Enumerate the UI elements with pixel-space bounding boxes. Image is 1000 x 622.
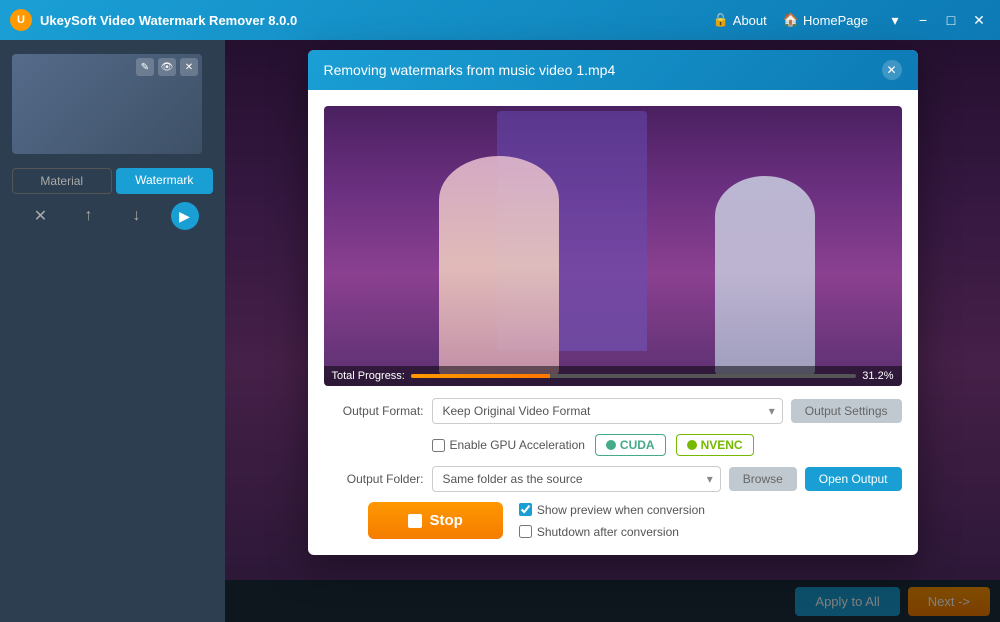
play-btn[interactable]: ▶ <box>171 202 199 230</box>
maximize-btn[interactable]: □ <box>940 9 962 31</box>
browse-btn[interactable]: Browse <box>729 467 797 491</box>
homepage-label: HomePage <box>803 13 868 28</box>
modal-video-preview: Total Progress: 31.2% <box>324 106 902 386</box>
main-layout: ✎ 👁 ✕ Material Watermark ✕ ↑ ↓ ▶ <box>0 40 1000 622</box>
gpu-acceleration-row: Enable GPU Acceleration CUDA NVENC <box>324 434 902 456</box>
output-folder-select-wrap: Same folder as the source ▾ <box>432 466 721 492</box>
output-folder-select[interactable]: Same folder as the source <box>432 466 721 492</box>
minimize-btn[interactable]: − <box>912 9 934 31</box>
content-area: 03:40.659 📷 🔊 Removing watermarks from m… <box>225 40 1000 622</box>
thumb-overlay: ✎ 👁 ✕ <box>136 58 198 76</box>
tab-material[interactable]: Material <box>12 168 112 194</box>
modal-progress-track <box>411 374 856 378</box>
output-format-row: Output Format: Keep Original Video Forma… <box>324 398 902 424</box>
conversion-modal: Removing watermarks from music video 1.m… <box>308 50 918 555</box>
modal-progress-bar: Total Progress: 31.2% <box>324 366 902 386</box>
modal-figure-right <box>715 176 815 376</box>
logo-text: U <box>17 14 25 26</box>
output-folder-label: Output Folder: <box>324 472 424 486</box>
open-output-btn[interactable]: Open Output <box>805 467 902 491</box>
gpu-checkbox-label[interactable]: Enable GPU Acceleration <box>432 438 585 452</box>
lock-icon: 🔒 <box>713 12 729 28</box>
cuda-dot <box>606 440 616 450</box>
home-icon: 🏠 <box>783 12 799 28</box>
modal-progress-fill <box>411 374 550 378</box>
nvenc-dot <box>687 440 697 450</box>
output-settings-btn[interactable]: Output Settings <box>791 399 902 423</box>
tab-watermark[interactable]: Watermark <box>116 168 214 194</box>
modal-figure-left <box>439 156 559 376</box>
app-title: UkeySoft Video Watermark Remover 8.0.0 <box>40 13 713 28</box>
shutdown-checkbox[interactable] <box>519 525 532 538</box>
stop-btn[interactable]: Stop <box>368 502 503 539</box>
nvenc-badge: NVENC <box>676 434 754 456</box>
edit-icon[interactable]: ✎ <box>136 58 154 76</box>
cuda-label: CUDA <box>620 438 655 452</box>
nav-homepage[interactable]: 🏠 HomePage <box>783 12 868 28</box>
show-preview-label[interactable]: Show preview when conversion <box>519 503 705 517</box>
show-preview-checkbox[interactable] <box>519 503 532 516</box>
sidebar-action-buttons: ✕ ↑ ↓ ▶ <box>12 202 213 230</box>
cuda-badge: CUDA <box>595 434 666 456</box>
sidebar-thumbnail: ✎ 👁 ✕ <box>12 54 202 154</box>
output-format-label: Output Format: <box>324 404 424 418</box>
dropdown-btn[interactable]: ▾ <box>884 9 906 31</box>
move-down-btn[interactable]: ↓ <box>123 202 151 230</box>
stop-label: Stop <box>430 512 463 529</box>
sidebar: ✎ 👁 ✕ Material Watermark ✕ ↑ ↓ ▶ <box>0 40 225 622</box>
shutdown-label[interactable]: Shutdown after conversion <box>519 525 705 539</box>
shutdown-text: Shutdown after conversion <box>537 525 679 539</box>
modal-overlay: Removing watermarks from music video 1.m… <box>225 40 1000 622</box>
gpu-checkbox[interactable] <box>432 439 445 452</box>
about-label: About <box>733 13 767 28</box>
output-format-select[interactable]: Keep Original Video Format <box>432 398 783 424</box>
output-format-select-wrap: Keep Original Video Format ▾ <box>432 398 783 424</box>
nav-about[interactable]: 🔒 About <box>713 12 767 28</box>
nvenc-label: NVENC <box>701 438 743 452</box>
modal-title: Removing watermarks from music video 1.m… <box>324 62 616 78</box>
progress-percent: 31.2% <box>862 370 893 382</box>
thumb-close-icon[interactable]: ✕ <box>180 58 198 76</box>
stop-icon <box>408 514 422 528</box>
delete-item-btn[interactable]: ✕ <box>27 202 55 230</box>
nav-items: 🔒 About 🏠 HomePage <box>713 12 868 28</box>
stop-row: Stop Show preview when conversion Shutdo… <box>324 502 902 539</box>
output-folder-row: Output Folder: Same folder as the source… <box>324 466 902 492</box>
modal-body: Total Progress: 31.2% Output Format: <box>308 90 918 555</box>
sidebar-thumbnail-item: ✎ 👁 ✕ <box>0 48 225 160</box>
app-logo: U <box>10 9 32 31</box>
show-preview-text: Show preview when conversion <box>537 503 705 517</box>
view-icon[interactable]: 👁 <box>158 58 176 76</box>
progress-label: Total Progress: <box>332 370 405 382</box>
modal-header: Removing watermarks from music video 1.m… <box>308 50 918 90</box>
conversion-options: Show preview when conversion Shutdown af… <box>519 503 705 539</box>
gpu-label: Enable GPU Acceleration <box>450 438 585 452</box>
title-bar: U UkeySoft Video Watermark Remover 8.0.0… <box>0 0 1000 40</box>
close-btn[interactable]: ✕ <box>968 9 990 31</box>
move-up-btn[interactable]: ↑ <box>75 202 103 230</box>
modal-close-btn[interactable]: ✕ <box>882 60 902 80</box>
sidebar-tabs: Material Watermark <box>12 168 213 194</box>
window-controls: ▾ − □ ✕ <box>884 9 990 31</box>
